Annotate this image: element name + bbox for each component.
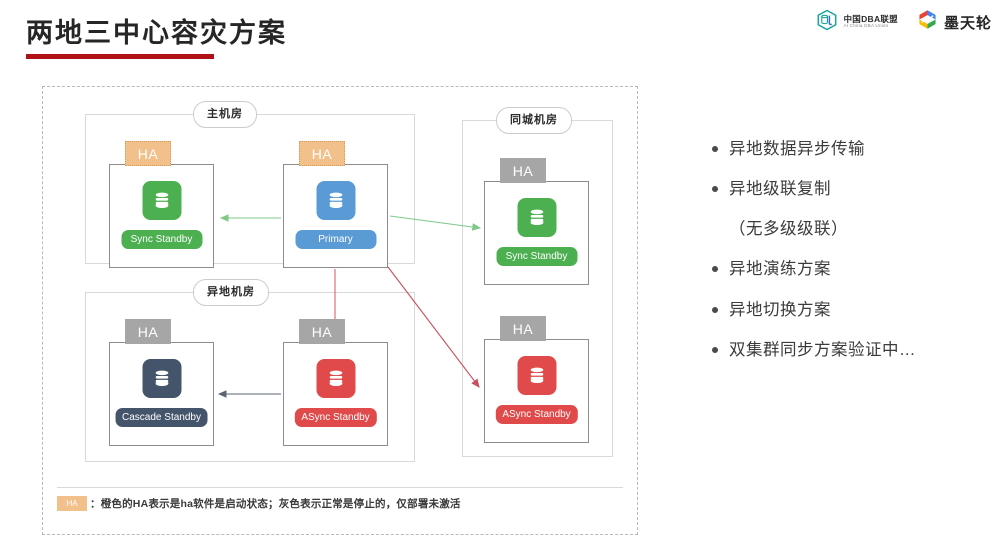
legend: HA ：橙色的HA表示是ha软件是启动状态；灰色表示正常是停止的，仅部署未激活 [57,496,461,511]
title-underline [26,54,214,59]
legend-divider [57,487,623,488]
logo-sublabel-dba-union: AI China DBA Union [843,23,889,29]
node-role-label: Cascade Standby [115,408,208,427]
database-icon [142,359,181,398]
node-cascade-standby[interactable]: HA Cascade Standby [109,319,214,446]
database-icon [517,356,556,395]
ha-badge-cascade: HA [125,319,171,344]
node-role-label: ASync Standby [495,405,578,424]
node-role-label: Sync Standby [121,230,202,249]
room-label-main: 主机房 [193,101,257,128]
list-item-label: 双集群同步方案验证中… [729,340,916,359]
logo-dba-union: 中国DBA联盟 AI China DBA Union [816,9,898,36]
list-item-label: 异地切换方案 [729,300,831,319]
room-label-remote: 异地机房 [193,279,269,306]
ha-badge-primary: HA [299,141,345,166]
ha-badge-async-remote: HA [299,319,345,344]
node-sync-standby-samecity[interactable]: HA Sync Standby [484,158,589,285]
bullet-dot-icon [712,346,718,353]
page-title: 两地三中心容灾方案 [26,18,287,48]
ha-badge-sync-city: HA [500,158,546,183]
database-icon [517,198,556,237]
node-primary[interactable]: HA Primary [283,141,388,268]
bullet-dot-icon [712,146,718,152]
list-item: 异地级联复制 [712,180,988,198]
list-item: 双集群同步方案验证中… [712,341,988,359]
logo-label-modb: 墨天轮 [943,14,992,32]
modb-icon [916,8,939,36]
feature-bullet-list: 异地数据异步传输 异地级联复制 （无多级级联） 异地演练方案 异地切换方案 双集… [712,140,988,381]
hexagon-db-icon [816,9,838,36]
list-item-label: 异地级联复制 [729,180,831,199]
ha-badge-sync-main: HA [125,141,171,166]
database-icon [316,359,355,398]
bullet-dot-icon [712,266,718,273]
list-item-label: （无多级级联） [729,220,848,239]
room-label-samecity: 同城机房 [496,107,572,134]
list-item-label: 异地演练方案 [729,260,831,279]
logo-bar: 中国DBA联盟 AI China DBA Union 墨天轮 [816,8,992,36]
list-item: 异地数据异步传输 [712,140,988,158]
list-item-label: 异地数据异步传输 [729,140,865,158]
database-icon [316,181,355,220]
slide-header: 两地三中心容灾方案 中国DBA联盟 AI China DBA Union 墨天轮 [0,0,1000,70]
architecture-diagram: 主机房 同城机房 异地机房 HA Sync Standby HA Primary [42,86,638,535]
logo-modb: 墨天轮 [916,8,992,36]
legend-note: ：橙色的HA表示是ha软件是启动状态；灰色表示正常是停止的，仅部署未激活 [90,498,461,510]
list-item: 异地演练方案 [712,260,988,278]
node-async-standby-remote[interactable]: HA ASync Standby [283,319,388,446]
node-role-label: Sync Standby [496,247,577,266]
bullet-dot-icon [712,226,718,232]
legend-ha-badge: HA [57,496,87,511]
node-sync-standby-main[interactable]: HA Sync Standby [109,141,214,268]
list-item: 异地切换方案 [712,301,988,319]
bullet-dot-icon [712,306,718,313]
node-role-label: Primary [295,230,376,249]
node-async-standby-samecity[interactable]: HA ASync Standby [484,316,589,443]
list-item: （无多级级联） [712,220,988,238]
database-icon [142,181,181,220]
node-role-label: ASync Standby [294,408,377,427]
ha-badge-async-city: HA [500,316,546,341]
bullet-dot-icon [712,186,718,193]
